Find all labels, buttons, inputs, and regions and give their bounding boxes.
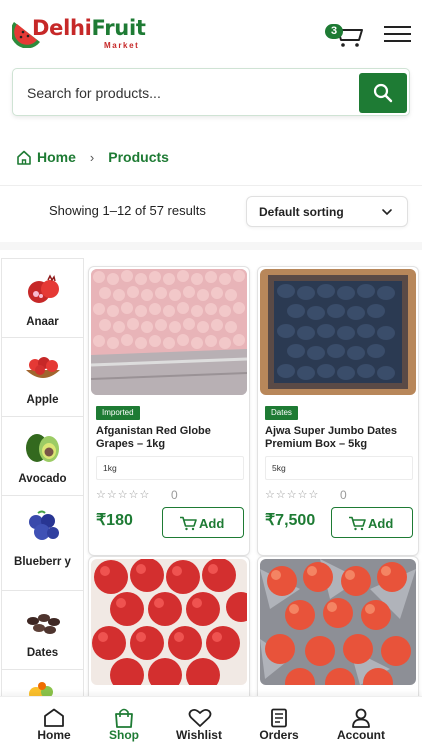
nav-label: Account [337, 728, 385, 742]
category-item-apple[interactable]: Apple [2, 338, 83, 417]
nav-label: Wishlist [176, 728, 222, 742]
product-price: ₹180 [96, 512, 133, 529]
category-label: Apple [26, 394, 59, 406]
nav-label: Orders [259, 728, 299, 742]
add-button-label: Add [368, 516, 394, 531]
home-icon [44, 708, 64, 727]
category-label: Anaar [26, 316, 59, 328]
dates-icon [27, 614, 60, 634]
breadcrumb: Home › Products [16, 146, 169, 168]
nav-wishlist[interactable]: Wishlist [157, 697, 241, 750]
category-sidebar: Anaar Apple Avocado Blueberr y Dates [1, 258, 84, 700]
home-icon [17, 150, 31, 165]
section-band [0, 242, 422, 250]
user-icon [352, 708, 370, 728]
pomegranates-image [91, 559, 247, 685]
variant-select[interactable]: 1kg [96, 456, 244, 480]
search-input[interactable] [27, 79, 347, 107]
add-to-cart-button[interactable]: Add [162, 507, 244, 538]
grapes-crate-image [91, 269, 247, 395]
cart-icon [349, 516, 366, 531]
logo[interactable]: DelhiFruit Market [12, 14, 146, 56]
orders-receipt-icon [271, 708, 287, 728]
search-button[interactable] [359, 73, 407, 113]
bottom-navigation: Home Shop Wishlist Orders Account [0, 696, 422, 750]
product-card[interactable] [88, 556, 250, 710]
product-name[interactable]: Afganistan Red Globe Grapes – 1kg [96, 425, 246, 451]
chevron-down-icon [382, 209, 392, 216]
rating-stars: ☆☆☆☆☆ [96, 489, 151, 501]
cart-count-badge: 3 [325, 24, 343, 39]
category-label: Avocado [18, 473, 67, 485]
product-card[interactable]: Imported Afganistan Red Globe Grapes – 1… [88, 266, 250, 556]
add-to-cart-button[interactable]: Add [331, 507, 413, 538]
cart-button[interactable]: 3 [325, 22, 364, 48]
pomegranate-icon [28, 274, 59, 303]
add-button-label: Add [199, 516, 225, 531]
variant-select[interactable]: 5kg [265, 456, 413, 480]
category-label: Blueberr y [14, 556, 71, 568]
dates-box-image [260, 269, 416, 395]
rating-count: 0 [340, 488, 347, 502]
product-tag-badge: Imported [96, 406, 140, 420]
product-tag-badge: Dates [265, 406, 298, 420]
product-card[interactable] [257, 556, 419, 710]
product-name[interactable]: Ajwa Super Jumbo Dates Premium Box – 5kg [265, 425, 415, 451]
apple-icon [26, 357, 60, 378]
category-item-avocado[interactable]: Avocado [2, 417, 83, 496]
sort-dropdown[interactable]: Default sorting [246, 196, 408, 227]
shopping-bag-icon [115, 708, 133, 728]
product-image[interactable] [260, 269, 416, 395]
breadcrumb-home-link[interactable]: Home [37, 149, 76, 165]
search-bar [12, 68, 410, 116]
nav-account[interactable]: Account [319, 697, 403, 750]
product-image[interactable] [91, 269, 247, 395]
product-image[interactable] [91, 559, 247, 685]
hamburger-menu-icon[interactable] [384, 26, 412, 44]
results-count: Showing 1–12 of 57 results [49, 203, 206, 218]
category-item-blueberry[interactable]: Blueberr y [2, 496, 83, 591]
product-price: ₹7,500 [265, 512, 316, 529]
product-card[interactable]: Dates Ajwa Super Jumbo Dates Premium Box… [257, 266, 419, 556]
nav-shop[interactable]: Shop [82, 697, 166, 750]
search-icon [373, 83, 393, 103]
rating-count: 0 [171, 488, 178, 502]
logo-wordmark: DelhiFruit [32, 16, 146, 40]
breadcrumb-separator: › [89, 149, 95, 165]
category-label: Dates [26, 647, 59, 659]
category-item-dates[interactable]: Dates [2, 591, 83, 670]
blueberry-icon [29, 510, 59, 540]
avocado-icon [26, 434, 59, 462]
divider [0, 185, 422, 186]
cart-icon [180, 516, 197, 531]
nav-label: Shop [109, 728, 139, 742]
product-image[interactable] [260, 559, 416, 685]
rating-stars: ☆☆☆☆☆ [265, 489, 320, 501]
logo-subtitle: Market [104, 41, 140, 50]
category-item-anaar[interactable]: Anaar [2, 259, 83, 338]
breadcrumb-current: Products [108, 149, 169, 165]
heart-icon [188, 708, 212, 727]
sort-selected-value: Default sorting [259, 205, 344, 219]
nav-orders[interactable]: Orders [237, 697, 321, 750]
pomegranates-box-image [260, 559, 416, 685]
app-header: DelhiFruit Market 3 [0, 0, 422, 64]
